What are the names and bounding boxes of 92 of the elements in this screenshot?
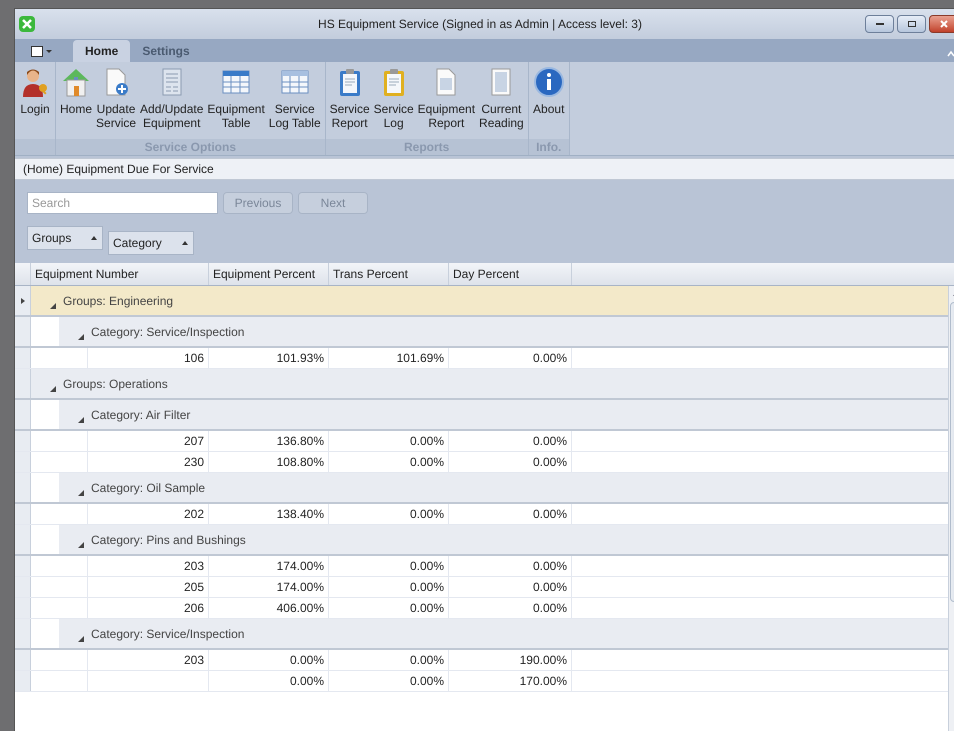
info-icon (532, 66, 565, 98)
ribbon-button[interactable]: Current Reading (477, 62, 526, 139)
table-cell: 170.00% (449, 671, 572, 691)
table-cell: 406.00% (209, 598, 329, 618)
window-title: HS Equipment Service (Signed in as Admin | Access level: 3) (317, 16, 643, 33)
table-cell: 0.00% (449, 348, 572, 368)
breadcrumb: (Home) Equipment Due For Service (15, 158, 954, 180)
table-cell: 0.00% (209, 650, 329, 670)
collapse-triangle-icon[interactable] (77, 489, 85, 497)
close-button[interactable] (929, 15, 954, 33)
table-cell: 101.69% (329, 348, 449, 368)
table-cell: 0.00% (329, 452, 449, 472)
ribbon-button[interactable]: Equipment Report (416, 62, 478, 139)
table-cell: 0.00% (329, 671, 449, 691)
column-header[interactable]: Trans Percent (329, 263, 449, 285)
table-cell: 136.80% (209, 431, 329, 451)
ribbon-button[interactable]: Login (17, 62, 53, 139)
table-cell: 0.00% (329, 650, 449, 670)
category-label: Category: Service/Inspection (91, 324, 244, 341)
table-cell: 174.00% (209, 577, 329, 597)
ribbon-button[interactable]: Equipment Table (205, 62, 267, 139)
category-row[interactable]: Category: Service/Inspection (15, 619, 948, 650)
sort-up-icon (90, 234, 98, 242)
table-cell: 0.00% (449, 431, 572, 451)
ribbon-tab[interactable]: Home (73, 40, 130, 62)
table-cell: 0.00% (329, 577, 449, 597)
ribbon-button[interactable]: Update Service (94, 62, 138, 139)
table-cell: 174.00% (209, 556, 329, 576)
category-row[interactable]: Category: Oil Sample (15, 473, 948, 504)
ribbon-button[interactable]: Service Log Table (266, 62, 323, 139)
table-cell: 108.80% (209, 452, 329, 472)
category-label: Category: Pins and Bushings (91, 532, 246, 549)
collapse-triangle-icon[interactable] (49, 385, 57, 393)
ribbon-button[interactable]: Home (58, 62, 94, 139)
ribbon-button[interactable]: Service Report (328, 62, 372, 139)
minimize-button[interactable] (865, 15, 894, 33)
table-cell: 0.00% (449, 556, 572, 576)
column-header[interactable]: Day Percent (449, 263, 572, 285)
minimize-icon (876, 23, 884, 25)
category-row[interactable]: Category: Pins and Bushings (15, 525, 948, 556)
maximize-icon (908, 21, 916, 27)
collapse-triangle-icon[interactable] (49, 302, 57, 310)
category-label: Category: Oil Sample (91, 480, 206, 497)
table-cell: 190.00% (449, 650, 572, 670)
group-label: Groups: Operations (63, 376, 168, 393)
table-cell: 0.00% (449, 577, 572, 597)
ribbon-button[interactable]: Service Log (372, 62, 416, 139)
table-cell: 101.93% (209, 348, 329, 368)
table-cell: 0.00% (449, 504, 572, 524)
close-icon (940, 20, 948, 28)
group-row[interactable]: Groups: Operations (15, 369, 948, 400)
app-logo-icon (19, 16, 35, 32)
table-cell: 203 (87, 556, 209, 576)
collapse-ribbon-icon[interactable] (947, 50, 954, 58)
collapse-triangle-icon[interactable] (77, 416, 85, 424)
table-cell: 106 (87, 348, 209, 368)
row-pointer-icon (20, 296, 26, 304)
group-by-chip[interactable]: Category (108, 231, 194, 255)
category-row[interactable]: Category: Air Filter (15, 400, 948, 431)
table-cell: 0.00% (449, 598, 572, 618)
maximize-button[interactable] (897, 15, 926, 33)
table-cell: 0.00% (329, 504, 449, 524)
table-cell: 203 (87, 650, 209, 670)
ribbon-button[interactable]: About (530, 62, 567, 139)
column-header[interactable]: Equipment Percent (209, 263, 329, 285)
group-by-chip[interactable]: Groups (27, 226, 103, 250)
table-cell: 0.00% (329, 431, 449, 451)
indent-gutter (31, 400, 59, 429)
ribbon-button[interactable]: Add/Update Equipment (138, 62, 206, 139)
indent-gutter (31, 317, 59, 346)
row-header[interactable] (15, 286, 31, 315)
collapse-triangle-icon[interactable] (77, 333, 85, 341)
table-cell: 207 (87, 431, 209, 451)
table-cell: 0.00% (329, 598, 449, 618)
group-label: Groups: Engineering (63, 293, 174, 310)
collapse-triangle-icon[interactable] (77, 541, 85, 549)
category-label: Category: Air Filter (91, 407, 190, 424)
table-cell: 0.00% (329, 556, 449, 576)
search-field[interactable]: Search (27, 192, 218, 214)
column-header[interactable]: Equipment Number (31, 263, 209, 285)
group-row[interactable]: Groups: Engineering (15, 286, 948, 317)
category-label: Category: Service/Inspection (91, 626, 244, 643)
table-cell: 0.00% (209, 671, 329, 691)
table-cell: 206 (87, 598, 209, 618)
sort-up-icon (181, 239, 189, 247)
table-cell: 205 (87, 577, 209, 597)
table-cell: 202 (87, 504, 209, 524)
category-row[interactable]: Category: Service/Inspection (15, 317, 948, 348)
collapse-triangle-icon[interactable] (77, 635, 85, 643)
table-cell: 138.40% (209, 504, 329, 524)
table-cell: 230 (87, 452, 209, 472)
table-cell: 0.00% (449, 452, 572, 472)
